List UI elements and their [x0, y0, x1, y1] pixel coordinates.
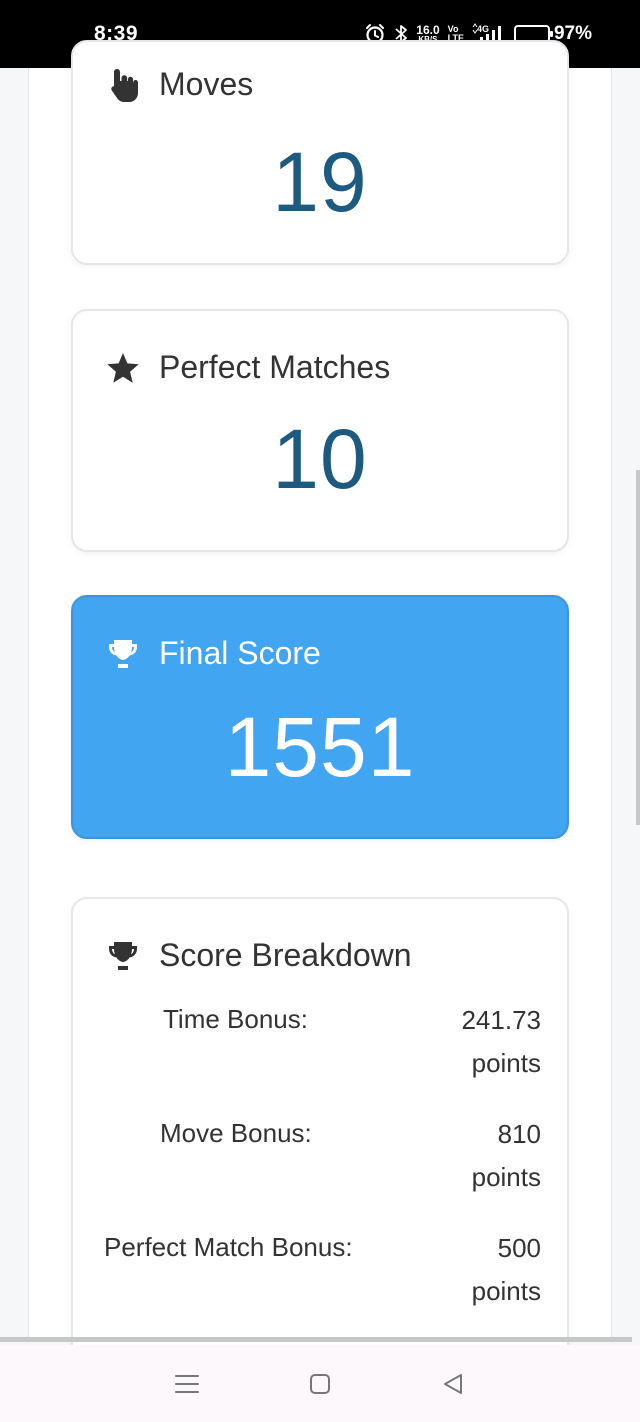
- navigation-bar: [0, 1345, 640, 1422]
- home-square-icon[interactable]: [300, 1364, 340, 1404]
- final-score-header: Final Score: [105, 635, 321, 672]
- moves-value: 19: [272, 135, 368, 229]
- breakdown-value-unit: points: [471, 1162, 541, 1192]
- breakdown-label: Time Bonus:: [163, 1004, 308, 1034]
- menu-icon[interactable]: [167, 1364, 207, 1404]
- moves-title: Moves: [159, 66, 254, 102]
- perfect-matches-header: Perfect Matches: [105, 349, 390, 386]
- score-breakdown-title: Score Breakdown: [159, 937, 412, 973]
- final-score-card: Final Score 1551: [71, 595, 569, 839]
- breakdown-label: Perfect Match Bonus:: [104, 1232, 353, 1262]
- horizontal-scrollbar[interactable]: [0, 1337, 632, 1342]
- final-score-title: Final Score: [159, 635, 321, 671]
- breakdown-label: Move Bonus:: [160, 1118, 312, 1148]
- trophy-icon: [105, 636, 141, 672]
- vertical-scrollbar[interactable]: [636, 470, 640, 825]
- back-triangle-icon[interactable]: [433, 1364, 473, 1404]
- breakdown-value-number: 241.73: [461, 1005, 541, 1035]
- perfect-matches-value: 10: [272, 412, 368, 506]
- breakdown-value-unit: points: [471, 1048, 541, 1078]
- breakdown-value: 241.73 points: [461, 999, 541, 1085]
- perfect-matches-title: Perfect Matches: [159, 349, 391, 385]
- moves-card: Moves 19: [71, 40, 569, 265]
- breakdown-row-time: Time Bonus: 241.73 points: [73, 999, 571, 1089]
- breakdown-row-perfect: Perfect Match Bonus: 500 points: [73, 1227, 571, 1317]
- breakdown-value-unit: points: [471, 1276, 541, 1306]
- final-score-value: 1551: [224, 700, 416, 794]
- svg-text:4G: 4G: [477, 24, 489, 34]
- moves-header: Moves: [105, 66, 253, 103]
- breakdown-value-number: 810: [497, 1119, 541, 1149]
- perfect-matches-card: Perfect Matches 10: [71, 309, 569, 552]
- pointer-hand-icon: [105, 67, 141, 103]
- star-icon: [105, 350, 141, 386]
- breakdown-row-move: Move Bonus: 810 points: [73, 1113, 571, 1203]
- score-breakdown-header: Score Breakdown: [105, 937, 412, 974]
- trophy-icon: [105, 938, 141, 974]
- score-breakdown-card: Score Breakdown Time Bonus: 241.73 point…: [71, 897, 569, 1367]
- breakdown-value-number: 500: [497, 1233, 541, 1263]
- breakdown-value: 810 points: [472, 1113, 541, 1199]
- breakdown-value: 500 points: [472, 1227, 541, 1313]
